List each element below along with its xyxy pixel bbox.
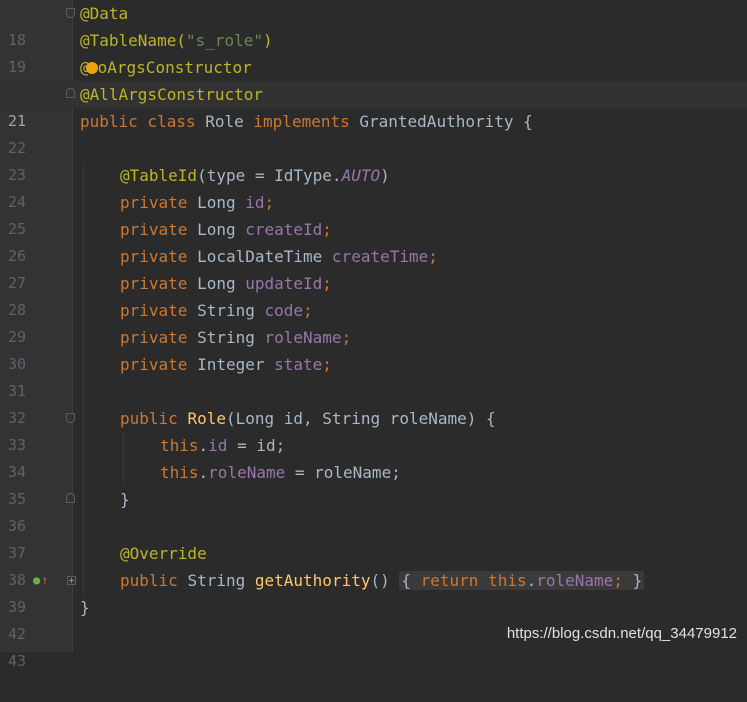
code-line[interactable]: 35 this.roleName = roleName; [0,459,747,508]
lightbulb-icon[interactable] [85,62,98,74]
type-name: String [197,328,265,347]
fold-icon[interactable] [66,493,75,503]
code-text: = id; [227,436,286,455]
code-line[interactable]: 38 @Override [0,540,747,589]
semicolon: ; [303,301,313,320]
expand-fold-icon[interactable] [67,576,76,585]
field-name: createId [245,220,323,239]
code-line[interactable]: 31 private Integer state; [0,351,747,400]
fold-icon[interactable] [66,88,75,98]
code-text: } [120,490,130,509]
field-name: roleName [208,463,286,482]
annotation: @Override [120,544,207,563]
semicolon: ; [322,274,332,293]
keyword: implements [253,112,360,131]
keyword: this [160,436,199,455]
field-name: updateId [245,274,323,293]
keyword: private [120,328,198,347]
field-name: createTime [331,247,429,266]
type-name: Long [197,193,246,212]
implement-gutter-icon[interactable]: ●↑ [33,567,48,594]
code-line[interactable]: 34 this.id = id; [0,432,747,481]
annotation: @AllArgsConstructor [80,85,264,104]
watermark: https://blog.csdn.net/qq_34479912 [506,625,737,642]
keyword: private [120,193,198,212]
code-text: GrantedAuthority { [359,112,533,131]
code-line-current[interactable]: 21 @AllArgsConstructor [0,81,747,130]
type-name: Integer [197,355,275,374]
code-line[interactable]: 25 private Long id; [0,189,747,238]
semicolon: ; [322,220,332,239]
code-line[interactable]: 42 } [0,594,747,643]
code-line[interactable]: 26 private Long createId; [0,216,747,265]
code-text: ) [380,166,390,185]
code-line[interactable]: 37 [0,513,747,562]
semicolon: ; [264,193,275,212]
code-line[interactable]: 28 private Long updateId; [0,270,747,319]
field-name: id [208,436,228,455]
code-line[interactable]: 36 } [0,486,747,535]
fold-icon[interactable] [66,8,75,18]
keyword: this [488,571,527,590]
code-line[interactable]: 20 @oArgsConstructor [0,54,747,103]
keyword: private [120,301,198,320]
code-text: (type = IdType. [197,166,342,185]
annotation: ) [263,31,273,50]
code-text: = roleName; [285,463,401,482]
field-name: roleName [264,328,342,347]
annotation: oArgsConstructor [97,58,252,77]
code-text: () [370,571,400,590]
field-name: state [274,355,323,374]
code-line[interactable]: 39 public String getAuthority() { return… [0,567,747,616]
code-text: (Long id, String roleName) { [225,409,496,428]
keyword: private [120,274,198,293]
keyword: return [420,571,489,590]
class-name: Role [205,112,254,131]
folded-block[interactable]: { return this.roleName; } [399,571,645,590]
field-name: id [245,193,265,212]
code-line[interactable]: 33 public Role(Long id, String roleName)… [0,405,747,454]
keyword: private [120,220,198,239]
semicolon: ; [428,247,438,266]
annotation: @TableId [120,166,198,185]
code-line[interactable]: 27 private LocalDateTime createTime; [0,243,747,292]
enum-constant: AUTO [341,166,381,185]
annotation: @TableName( [80,31,186,50]
code-line[interactable]: 29 private String code; [0,297,747,346]
string-literal: "s_role" [185,31,264,50]
code-line[interactable]: 22 public class Role implements GrantedA… [0,108,747,157]
code-line[interactable]: 19 @TableName("s_role") [0,27,747,76]
fold-icon[interactable] [66,413,75,423]
keyword: this [160,463,199,482]
field-name: roleName [536,571,614,590]
semicolon: ; [341,328,352,347]
semicolon: ; [322,355,332,374]
code-line[interactable]: 32 [0,378,747,427]
keyword: private [120,355,198,374]
keyword: public class [80,112,206,131]
line-number: 43 [7,652,26,670]
code-text: . [526,571,537,590]
type-name: Long [197,274,246,293]
method-name: Role [187,409,226,428]
annotation: @Data [80,4,129,23]
code-line[interactable]: 23 [0,135,747,184]
code-editor[interactable]: 18 @Data 19 @TableName("s_role") 20 @oAr… [0,0,747,670]
type-name: String [187,571,255,590]
code-line[interactable]: 24 @TableId(type = IdType.AUTO) [0,162,747,211]
type-name: LocalDateTime [197,247,332,266]
keyword: private [120,247,198,266]
keyword: public [120,409,188,428]
field-name: code [264,301,304,320]
code-line[interactable]: 30 private String roleName; [0,324,747,373]
keyword: public [120,571,188,590]
code-text: . [198,436,209,455]
semicolon: ; [613,571,623,590]
code-text: . [198,463,209,482]
type-name: String [197,301,265,320]
method-name: getAuthority [254,571,371,590]
type-name: Long [197,220,246,239]
code-text: } [80,598,90,617]
code-line[interactable]: 18 @Data [0,0,747,49]
